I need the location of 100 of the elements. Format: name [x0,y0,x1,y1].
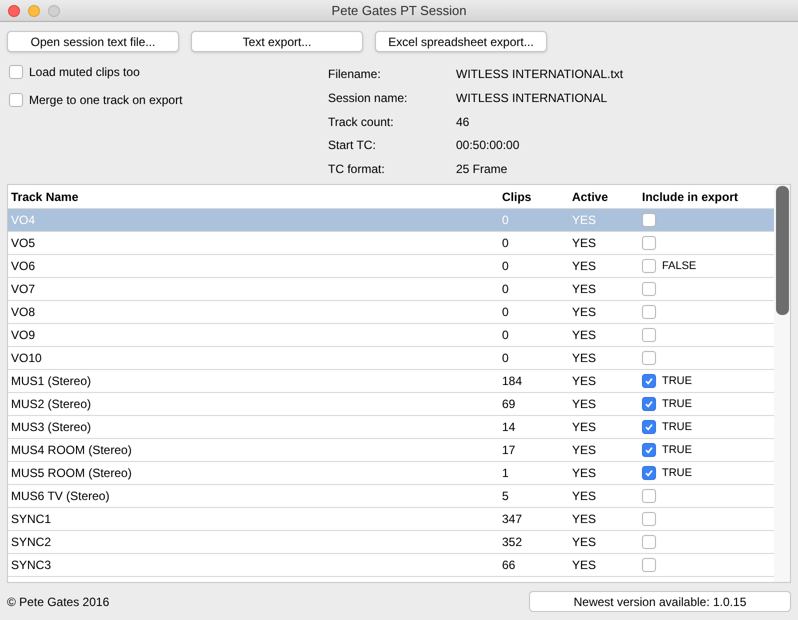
checkmark-icon [644,376,654,386]
table-cell-text: YES [572,534,598,551]
table-cell-text: 0 [502,235,510,252]
table-cell-text: TRUE [662,374,692,389]
checkbox[interactable] [642,282,656,296]
table-cell-text: VO9 [10,327,36,344]
table-cell-text: 0 [502,304,510,321]
table-cell-text: YES [572,327,598,344]
table-cell-text: VO5 [10,235,36,252]
info-value: WITLESS INTERNATIONAL [456,90,608,107]
table-cell-text: YES [572,212,598,229]
column-header[interactable]: Track Name [8,188,502,206]
checkbox[interactable] [642,213,656,227]
checkbox[interactable] [642,512,656,526]
info-label: Filename: [328,66,382,83]
checkmark-icon [644,399,654,409]
checkbox[interactable] [642,466,656,480]
table-cell-text: YES [572,511,598,528]
close-icon[interactable] [8,5,20,17]
table-cell-text: 0 [502,327,510,344]
table-cell-text: MUS5 ROOM (Stereo) [10,465,133,482]
table-cell-text: VO10 [10,350,43,367]
toolbar-button[interactable]: Excel spreadsheet export... [375,31,547,52]
version-button[interactable]: Newest version available: 1.0.15 [529,591,791,612]
option-label: Merge to one track on export [29,92,182,109]
checkbox[interactable] [642,305,656,319]
checkbox[interactable] [9,65,23,79]
table-cell-text: MUS2 (Stereo) [10,396,92,413]
info-label: Track count: [328,114,395,131]
table-cell-text: FALSE [662,258,696,274]
table-cell-text: MUS4 ROOM (Stereo) [10,442,133,459]
checkbox[interactable] [9,93,23,107]
table-cell-text: TRUE [662,442,692,458]
table-cell-text: SYNC1 [10,511,52,528]
column-header[interactable]: Clips [502,188,572,206]
checkbox[interactable] [642,259,656,273]
table-cell-text: YES [572,304,598,321]
table-cell-text: MUS3 (Stereo) [10,419,92,436]
table-cell-text: VO8 [10,304,36,321]
table-cell-text: 0 [502,350,510,367]
checkmark-icon [644,468,654,478]
toolbar-button[interactable]: Text export... [191,31,363,52]
table-cell-text: YES [572,442,598,459]
table-cell-text: YES [572,350,598,367]
table-cell-text: 17 [502,442,516,459]
checkbox[interactable] [642,236,656,250]
table-cell-text: VO6 [10,258,36,275]
checkbox[interactable] [642,489,656,503]
table-cell-text: MUS1 (Stereo) [10,373,92,390]
zoom-icon[interactable] [48,5,60,17]
table-cell-text: YES [572,488,598,505]
table-cell-text: YES [572,258,598,275]
table-cell-text: SYNC3 [10,557,52,574]
info-label: Session name: [328,90,408,107]
table-cell-text: TRUE [662,420,692,435]
table-cell-text: 347 [502,511,524,528]
table-cell-text: YES [572,235,598,252]
table-cell-text: VO7 [10,281,36,298]
info-value: 00:50:00:00 [456,137,520,154]
table-cell-text: 69 [502,396,516,413]
checkbox[interactable] [642,535,656,549]
table-cell-text: 5 [502,488,510,505]
checkmark-icon [644,422,654,432]
checkbox[interactable] [642,397,656,411]
table-cell-text: SYNC2 [10,534,52,551]
table-cell-text: 0 [502,212,510,229]
table-cell-text: 352 [502,534,524,551]
table-cell-text: YES [572,465,598,482]
table-cell-text: YES [572,419,598,436]
info-value: 25 Frame [456,161,508,178]
info-label: Start TC: [328,137,377,154]
checkbox[interactable] [642,443,656,457]
table-cell-text: VO4 [10,212,36,229]
table-cell-text: 66 [502,557,516,574]
checkbox[interactable] [642,351,656,365]
copyright-text: © Pete Gates 2016 [7,594,110,610]
table-cell-text: TRUE [662,396,692,412]
checkbox[interactable] [642,328,656,342]
toolbar-button[interactable]: Open session text file... [7,31,179,52]
minimize-icon[interactable] [28,5,40,17]
table-cell-text: YES [572,557,598,574]
checkbox[interactable] [642,420,656,434]
table-cell-text: TRUE [662,466,692,481]
info-value: 46 [456,114,470,131]
table-cell-text: YES [572,373,598,390]
option-label: Load muted clips too [29,64,140,81]
table-cell-text: MUS6 TV (Stereo) [10,488,110,505]
scrollbar-thumb[interactable] [776,186,788,315]
column-header[interactable]: Include in export [642,188,772,206]
table-cell-text: 14 [502,419,516,436]
table-cell-text: 0 [502,258,510,275]
window-title: Pete Gates PT Session [332,2,466,20]
checkbox[interactable] [642,374,656,388]
table-cell-text: YES [572,396,598,413]
table-cell-text: 184 [502,373,524,390]
table-cell-text: 0 [502,281,510,298]
checkbox[interactable] [642,558,656,572]
table-cell-text: YES [572,281,598,298]
column-header[interactable]: Active [572,188,642,206]
checkmark-icon [644,445,654,455]
